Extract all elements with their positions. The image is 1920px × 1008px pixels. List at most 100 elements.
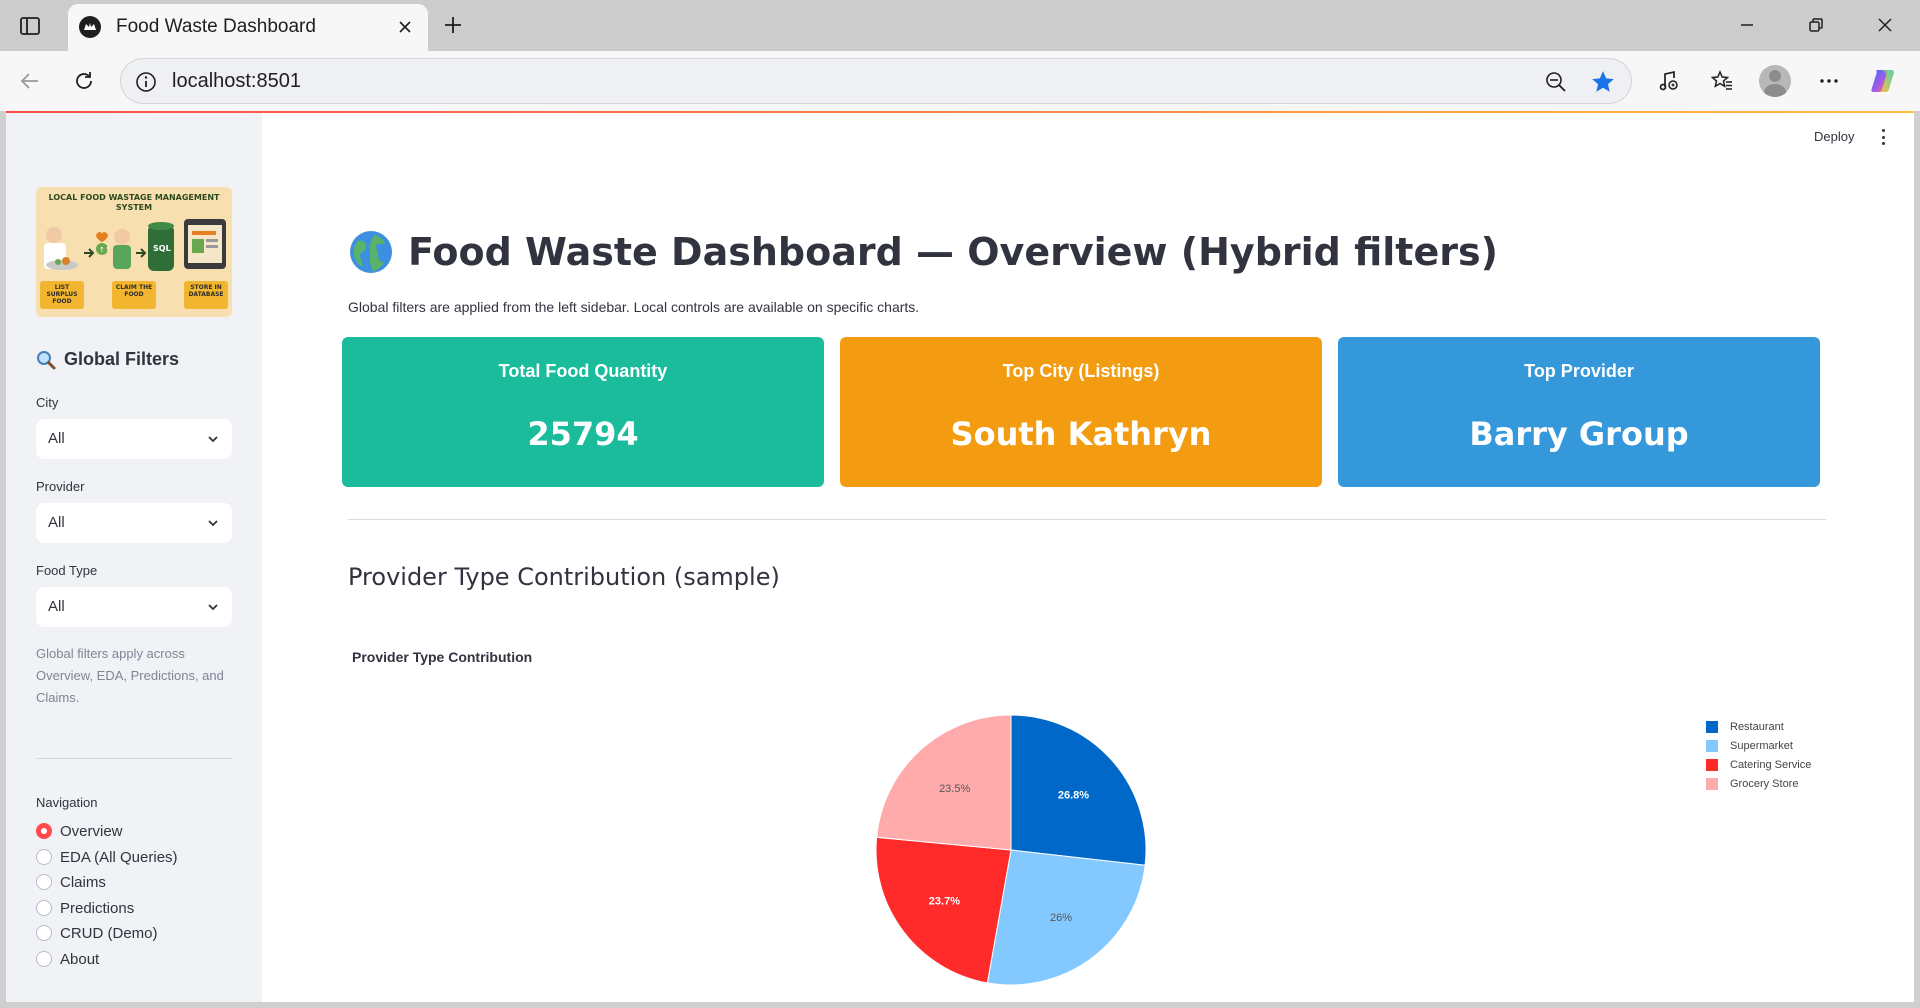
sidebar: LOCAL FOOD WASTAGE MANAGEMENT SYSTEM ↑↑ … <box>6 113 262 1002</box>
radio-unselected[interactable] <box>36 951 52 967</box>
browser-tab-bar: Food Waste Dashboard <box>0 0 1920 51</box>
pie-slice-label: 26% <box>1050 912 1072 924</box>
nav-item-label: Predictions <box>60 899 135 917</box>
nav-item-claims[interactable]: Claims <box>36 871 106 893</box>
main-menu-icon[interactable] <box>1876 129 1890 145</box>
logo-badge-text: SQL <box>153 244 171 253</box>
svg-text:↑↑: ↑↑ <box>99 246 111 254</box>
profile-avatar[interactable] <box>1759 65 1791 97</box>
nav-item-eda[interactable]: EDA (All Queries) <box>36 846 178 868</box>
globe-icon <box>350 231 392 273</box>
kpi-card-total-food: Total Food Quantity 25794 <box>342 337 824 487</box>
logo-step: STORE IN DATABASE <box>184 281 228 309</box>
city-filter-value: All <box>48 430 65 447</box>
legend-label: Supermarket <box>1730 739 1793 752</box>
tab-title: Food Waste Dashboard <box>116 16 316 37</box>
legend-item[interactable]: Catering Service <box>1706 755 1811 774</box>
city-filter-select[interactable]: All <box>36 419 232 459</box>
section-title: Provider Type Contribution (sample) <box>348 563 780 591</box>
magnifier-icon <box>37 350 56 369</box>
food-type-filter-label: Food Type <box>36 563 98 578</box>
legend-item[interactable]: Supermarket <box>1706 736 1811 755</box>
kpi-label: Top Provider <box>1524 361 1634 381</box>
app-decoration-bar <box>6 111 1914 113</box>
browser-tab[interactable]: Food Waste Dashboard <box>68 4 428 51</box>
legend-swatch <box>1706 720 1718 733</box>
close-tab-icon[interactable] <box>392 14 418 40</box>
streamlit-favicon-icon <box>78 15 102 39</box>
provider-filter-label: Provider <box>36 479 85 494</box>
city-filter-label: City <box>36 395 59 410</box>
page-title: Food Waste Dashboard — Overview (Hybrid … <box>348 229 1498 275</box>
new-tab-icon[interactable] <box>438 10 468 40</box>
legend-item[interactable]: Restaurant <box>1706 717 1811 736</box>
pie-slice-label: 23.5% <box>939 783 970 795</box>
favorite-star-icon[interactable] <box>1589 68 1617 96</box>
kpi-card-top-city: Top City (Listings) South Kathryn <box>840 337 1322 487</box>
radio-unselected[interactable] <box>36 849 52 865</box>
restore-icon[interactable] <box>1801 10 1831 40</box>
kpi-value: South Kathryn <box>950 415 1212 453</box>
chevron-down-icon <box>208 436 218 443</box>
copilot-icon[interactable] <box>1867 65 1899 97</box>
media-icon[interactable] <box>1652 65 1684 97</box>
legend-swatch <box>1706 739 1718 752</box>
chart-title: Provider Type Contribution <box>352 649 533 665</box>
chart-legend: Restaurant Supermarket Catering Service Gro… <box>1706 717 1811 793</box>
more-options-icon[interactable] <box>1813 65 1845 97</box>
deploy-button[interactable]: Deploy <box>1814 129 1854 144</box>
kpi-value: Barry Group <box>1469 415 1689 453</box>
page-subtitle: Global filters are applied from the left… <box>348 299 920 315</box>
minimize-icon[interactable] <box>1732 10 1762 40</box>
nav-item-overview[interactable]: Overview <box>36 820 123 842</box>
app-logo-image: LOCAL FOOD WASTAGE MANAGEMENT SYSTEM ↑↑ … <box>36 187 232 317</box>
section-divider <box>348 519 1826 520</box>
legend-label: Restaurant <box>1730 720 1784 733</box>
legend-label: Grocery Store <box>1730 777 1799 790</box>
reload-icon[interactable] <box>68 65 100 97</box>
chevron-down-icon <box>208 520 218 527</box>
nav-item-predictions[interactable]: Predictions <box>36 897 134 919</box>
kpi-value: 25794 <box>527 415 639 453</box>
logo-step: LIST SURPLUS FOOD <box>40 281 84 309</box>
legend-swatch <box>1706 758 1718 771</box>
back-icon[interactable] <box>14 65 46 97</box>
logo-step: CLAIM THE FOOD <box>112 281 156 309</box>
global-filters-heading: Global Filters <box>36 349 179 370</box>
site-info-icon[interactable] <box>133 69 159 95</box>
nav-item-label: About <box>60 950 100 968</box>
address-bar[interactable]: localhost:8501 <box>120 58 1632 104</box>
url-text[interactable]: localhost:8501 <box>172 70 301 93</box>
provider-filter-select[interactable]: All <box>36 503 232 543</box>
nav-item-crud[interactable]: CRUD (Demo) <box>36 922 158 944</box>
chevron-down-icon <box>208 604 218 611</box>
legend-label: Catering Service <box>1730 758 1812 771</box>
nav-item-label: CRUD (Demo) <box>60 924 158 942</box>
legend-item[interactable]: Grocery Store <box>1706 774 1811 793</box>
nav-item-about[interactable]: About <box>36 948 99 970</box>
global-filters-title: Global Filters <box>64 349 180 369</box>
radio-unselected[interactable] <box>36 925 52 941</box>
logo-steps: LIST SURPLUS FOOD CLAIM THE FOOD STORE I… <box>40 281 228 311</box>
favorites-icon[interactable] <box>1706 65 1738 97</box>
pie-chart[interactable]: 26.8% 26% 23.7% 23.5% <box>866 705 1156 995</box>
zoom-out-icon[interactable] <box>1543 69 1569 95</box>
browser-toolbar: localhost:8501 <box>0 51 1920 111</box>
food-type-filter-value: All <box>48 598 65 615</box>
provider-filter-value: All <box>48 514 65 531</box>
nav-item-label: Claims <box>60 873 106 891</box>
logo-title: LOCAL FOOD WASTAGE MANAGEMENT SYSTEM <box>48 193 220 212</box>
sidebar-divider <box>36 758 232 759</box>
navigation-label: Navigation <box>36 795 98 810</box>
pie-slice-label: 23.7% <box>929 896 960 908</box>
pie-slice[interactable] <box>875 836 1012 984</box>
radio-unselected[interactable] <box>36 900 52 916</box>
legend-swatch <box>1706 777 1718 790</box>
radio-unselected[interactable] <box>36 874 52 890</box>
pie-slice-label: 26.8% <box>1058 789 1089 801</box>
tab-actions-icon[interactable] <box>16 12 44 40</box>
radio-selected[interactable] <box>36 823 52 839</box>
food-type-filter-select[interactable]: All <box>36 587 232 627</box>
close-window-icon[interactable] <box>1870 10 1900 40</box>
avatar <box>1759 65 1791 97</box>
